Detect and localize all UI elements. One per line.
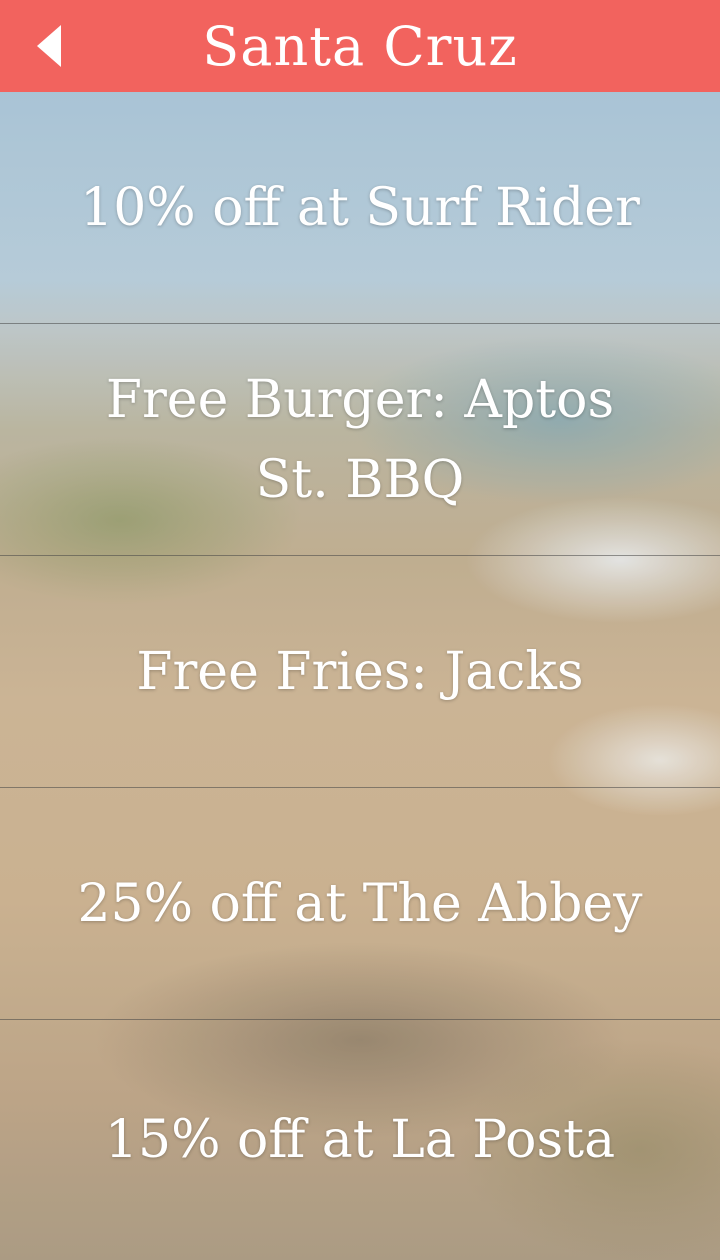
deal-item[interactable]: Free Burger: Aptos St. BBQ — [0, 324, 720, 556]
back-arrow-icon — [37, 25, 61, 67]
deal-label: 10% off at Surf Rider — [80, 177, 640, 238]
back-button[interactable] — [30, 25, 70, 67]
deal-label: Free Fries: Jacks — [136, 641, 584, 702]
deal-item[interactable]: 10% off at Surf Rider — [0, 92, 720, 324]
app-header: Santa Cruz — [0, 0, 720, 92]
page-title: Santa Cruz — [202, 14, 518, 78]
deal-item[interactable]: 15% off at La Posta — [0, 1020, 720, 1260]
deal-item[interactable]: Free Fries: Jacks — [0, 556, 720, 788]
deal-label: 25% off at The Abbey — [77, 873, 643, 934]
deals-list: 10% off at Surf Rider Free Burger: Aptos… — [0, 92, 720, 1260]
deal-item[interactable]: 25% off at The Abbey — [0, 788, 720, 1020]
deal-label: Free Burger: Aptos St. BBQ — [105, 369, 615, 510]
deal-label: 15% off at La Posta — [104, 1110, 616, 1170]
